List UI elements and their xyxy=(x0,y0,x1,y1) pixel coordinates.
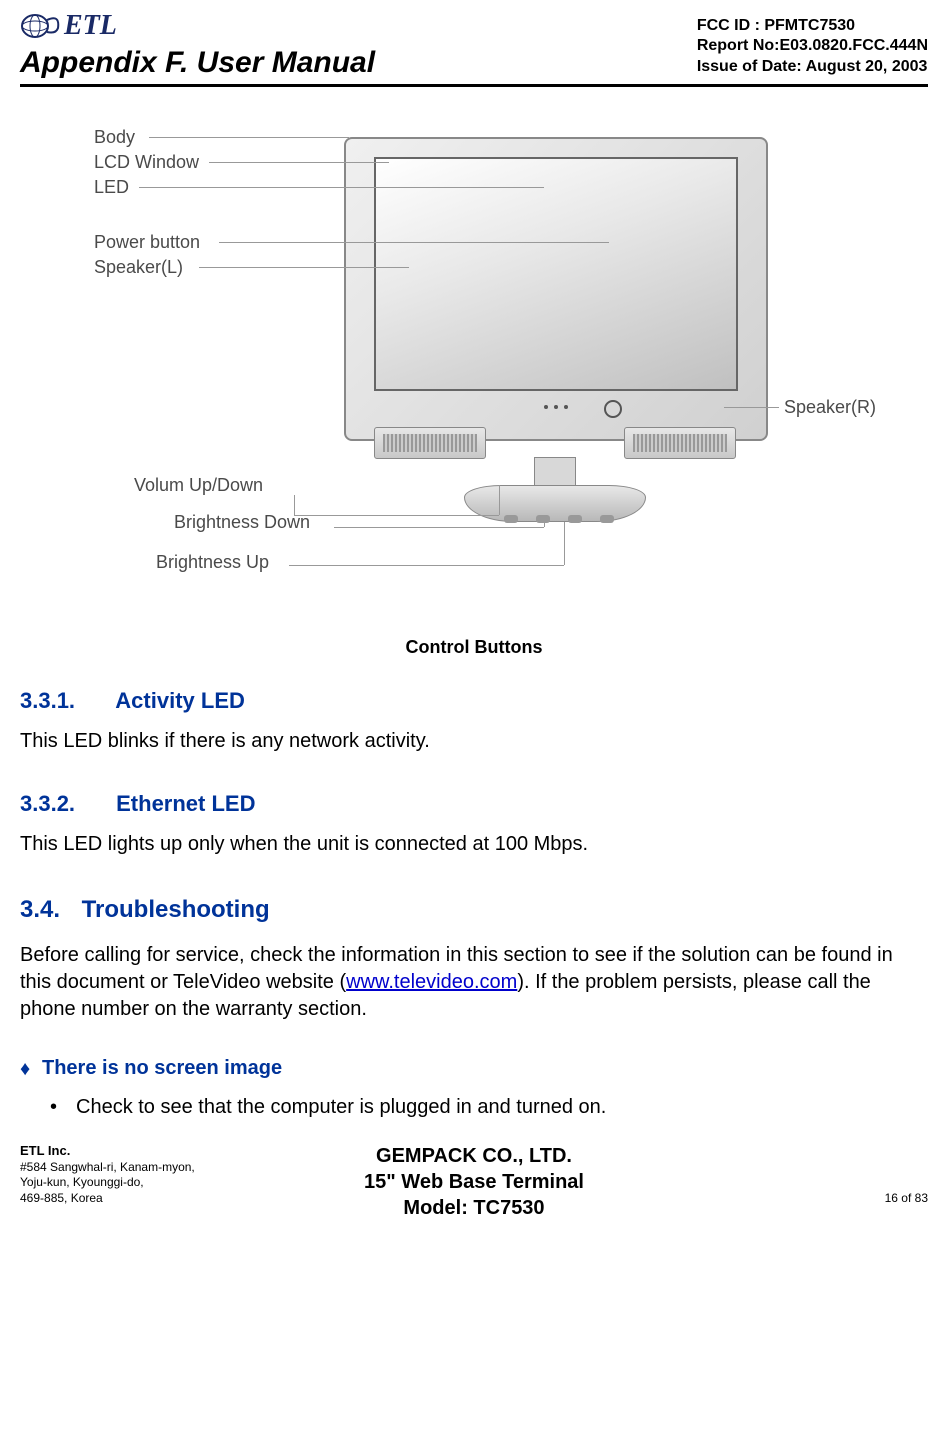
control-buttons-graphic xyxy=(504,515,614,523)
footer-address-2: Yoju-kun, Kyounggi-do, xyxy=(20,1175,195,1191)
section-number: 3.4. xyxy=(20,896,75,924)
issue-date: Issue of Date: August 20, 2003 xyxy=(697,57,928,78)
heading-3-3-1: 3.3.1. Activity LED xyxy=(20,688,928,714)
section-number: 3.3.2. xyxy=(20,791,110,817)
footer-product: 15" Web Base Terminal xyxy=(364,1169,584,1195)
section-title: Ethernet LED xyxy=(116,791,255,816)
label-led: LED xyxy=(94,177,129,198)
label-volume: Volum Up/Down xyxy=(134,475,263,496)
figure-caption: Control Buttons xyxy=(20,637,928,658)
company-logo: ETL xyxy=(20,10,375,42)
footer-center: GEMPACK CO., LTD. 15" Web Base Terminal … xyxy=(364,1143,584,1221)
section-number: 3.3.1. xyxy=(20,688,110,714)
diamond-no-screen-image: There is no screen image xyxy=(20,1057,928,1080)
label-brightness-down: Brightness Down xyxy=(174,512,310,533)
label-body: Body xyxy=(94,127,135,148)
body-3-3-2: This LED lights up only when the unit is… xyxy=(20,831,928,858)
speaker-right-graphic xyxy=(624,427,736,459)
power-button-graphic xyxy=(604,400,622,418)
heading-3-4: 3.4. Troubleshooting xyxy=(20,896,928,924)
speaker-left-graphic xyxy=(374,427,486,459)
header-left: ETL Appendix F. User Manual xyxy=(20,10,375,80)
label-brightness-up: Brightness Up xyxy=(156,552,269,573)
footer-address-3: 469-885, Korea xyxy=(20,1191,195,1207)
televideo-link[interactable]: www.televideo.com xyxy=(346,971,517,993)
page-header: ETL Appendix F. User Manual FCC ID : PFM… xyxy=(20,10,928,80)
led-indicators xyxy=(544,405,568,409)
section-title: Activity LED xyxy=(115,688,245,713)
document-page: ETL Appendix F. User Manual FCC ID : PFM… xyxy=(0,0,948,1227)
section-title: Troubleshooting xyxy=(82,896,270,923)
heading-3-3-2: 3.3.2. Ethernet LED xyxy=(20,791,928,817)
bullet-check-plugged-in: Check to see that the computer is plugge… xyxy=(20,1096,928,1119)
monitor-diagram: Body LCD Window LED Power button Speaker… xyxy=(64,127,884,617)
footer-company: ETL Inc. xyxy=(20,1143,195,1160)
footer-manufacturer: GEMPACK CO., LTD. xyxy=(364,1143,584,1169)
page-title: Appendix F. User Manual xyxy=(20,46,375,80)
label-power-button: Power button xyxy=(94,232,200,253)
monitor-screen xyxy=(374,157,738,391)
logo-text: ETL xyxy=(64,10,117,42)
header-right: FCC ID : PFMTC7530 Report No:E03.0820.FC… xyxy=(697,16,928,80)
page-number: 16 of 83 xyxy=(885,1191,928,1207)
body-3-3-1: This LED blinks if there is any network … xyxy=(20,728,928,755)
monitor-illustration xyxy=(344,137,764,517)
footer-address-1: #584 Sangwhal-ri, Kanam-myon, xyxy=(20,1160,195,1176)
footer-model: Model: TC7530 xyxy=(364,1195,584,1221)
label-speaker-right: Speaker(R) xyxy=(784,397,876,418)
fcc-id: FCC ID : PFMTC7530 xyxy=(697,16,928,37)
page-footer: ETL Inc. #584 Sangwhal-ri, Kanam-myon, Y… xyxy=(20,1137,928,1207)
footer-left: ETL Inc. #584 Sangwhal-ri, Kanam-myon, Y… xyxy=(20,1143,195,1207)
report-no: Report No:E03.0820.FCC.444N xyxy=(697,36,928,57)
header-divider xyxy=(20,84,928,87)
globe-icon xyxy=(20,12,60,40)
body-3-4: Before calling for service, check the in… xyxy=(20,942,928,1023)
label-lcd-window: LCD Window xyxy=(94,152,199,173)
monitor-stand xyxy=(464,457,644,537)
label-speaker-left: Speaker(L) xyxy=(94,257,183,278)
